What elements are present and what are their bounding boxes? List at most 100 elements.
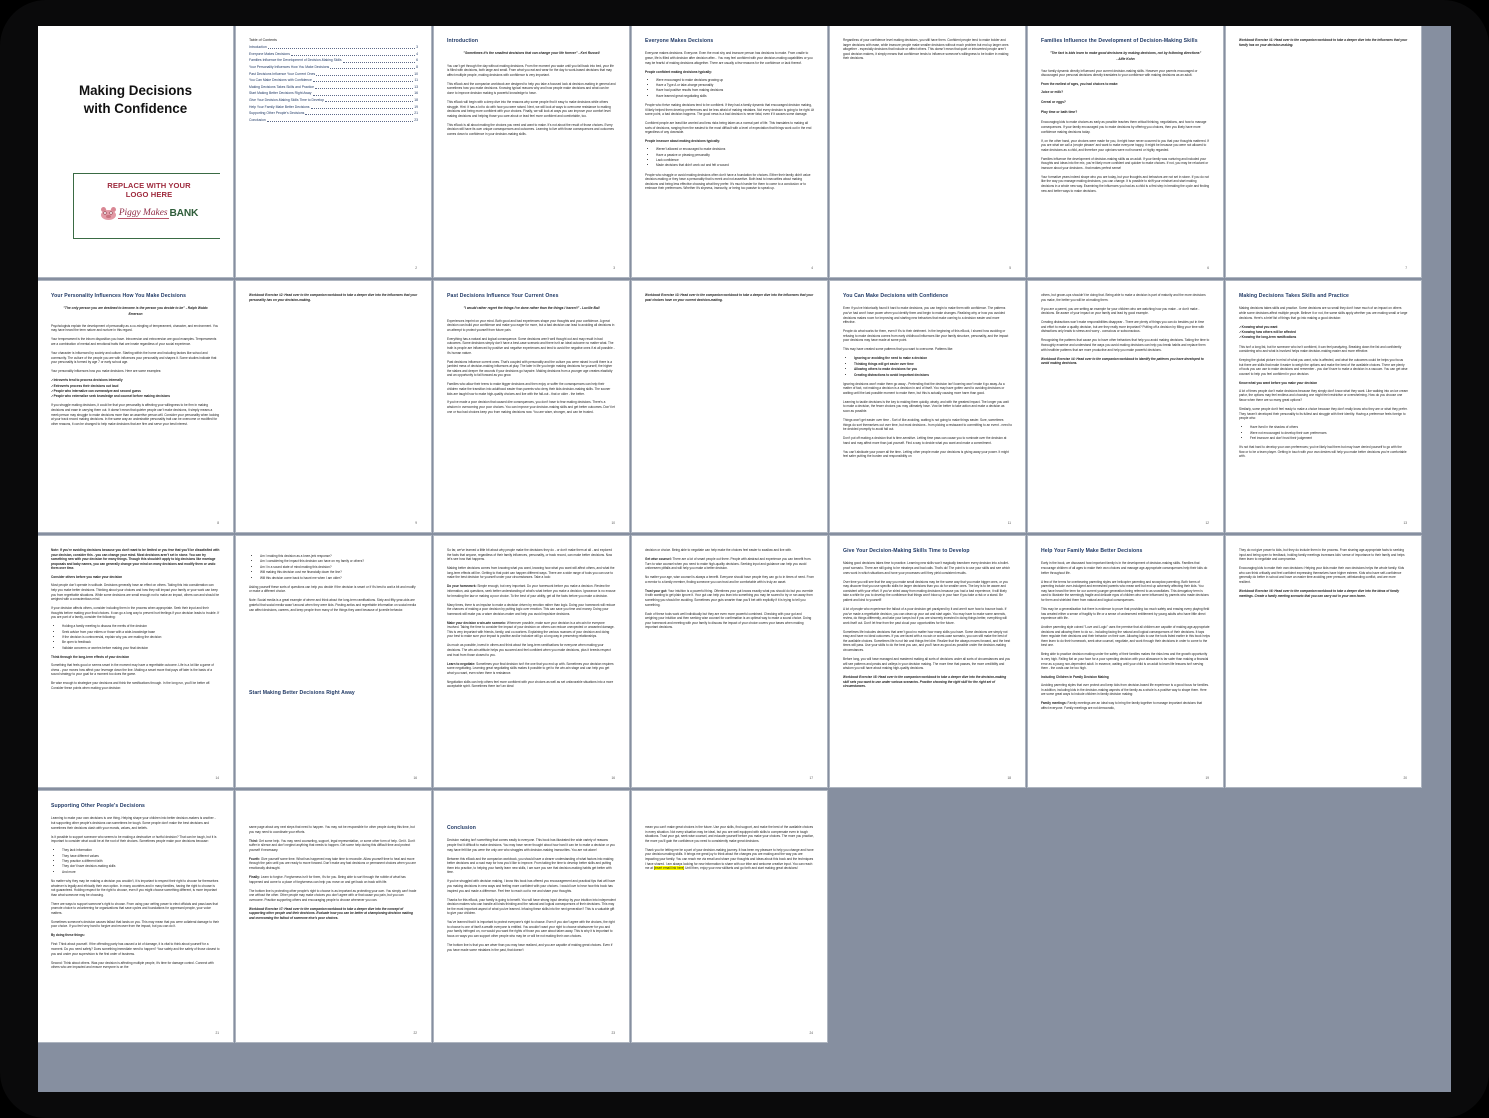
page-supporting-others-continued[interactable]: same page about any next steps that need… bbox=[236, 791, 431, 1042]
page-number: 20 bbox=[1403, 776, 1407, 780]
toc-entry[interactable]: Start Making Better Decisions Right Away… bbox=[249, 90, 418, 97]
body-paragraph: Encouraging kids to make their own decis… bbox=[1239, 566, 1405, 584]
body-paragraph: Your temperament is the inborn dispositi… bbox=[51, 337, 217, 346]
page-workbook-exercise-3[interactable]: Workbook Exercise #3: Head over to the c… bbox=[632, 281, 827, 532]
page-number: 7 bbox=[1405, 266, 1407, 270]
toc-entry[interactable]: Past Decisions Influence Your Current On… bbox=[249, 71, 418, 78]
page-introduction[interactable]: Introduction "Sometimes it's the smalles… bbox=[434, 26, 629, 277]
toc-entry-label: Start Making Better Decisions Right Away bbox=[249, 91, 312, 96]
email-link-highlight[interactable]: [insert email link here] bbox=[653, 866, 685, 871]
body-paragraph: Don't put off making a decision that is … bbox=[843, 436, 1007, 445]
body-paragraph: Psychologists explain the development of… bbox=[51, 323, 219, 333]
lead-item: Third: Get some help. You may need couns… bbox=[249, 838, 416, 852]
page-number: 19 bbox=[1205, 776, 1209, 780]
brand-bold-text: BANK bbox=[169, 207, 199, 219]
page-you-can-continued[interactable]: others, but grown-ups shouldn't be doing… bbox=[1028, 281, 1223, 532]
toc-entry[interactable]: Making Decisions Takes Skills and Practi… bbox=[249, 84, 418, 91]
logo-placeholder-box[interactable]: REPLACE WITH YOUR LOGO HERE Piggy Makes bbox=[73, 173, 220, 239]
page-everyone-makes-decisions-continued[interactable]: Regardless of your confidence level maki… bbox=[830, 26, 1025, 277]
check-item: ✓Knowing how others will be affected bbox=[1239, 329, 1296, 334]
page-start-making-continued[interactable]: decision or choice. Being able to negoti… bbox=[632, 536, 827, 787]
toc-entry-label: Families Influence the Development of De… bbox=[249, 58, 342, 63]
workbook-exercise-note: Workbook Exercise #2: Head over to the c… bbox=[249, 293, 418, 302]
page-give-skills-time[interactable]: Give Your Decision-Making Skills Time to… bbox=[830, 536, 1025, 787]
body-paragraph: Past decisions influence current ones. T… bbox=[447, 359, 613, 378]
body-paragraph: same page about any next steps that need… bbox=[249, 825, 415, 834]
page-workbook-exercise-1[interactable]: Workbook Exercise #1: Head over to the c… bbox=[1226, 26, 1421, 277]
body-paragraph: If you are a parent, you are setting an … bbox=[1041, 306, 1200, 316]
page-skills-and-practice[interactable]: Making Decisions Takes Skills and Practi… bbox=[1226, 281, 1421, 532]
page-help-family[interactable]: Help Your Family Make Better Decisions E… bbox=[1028, 536, 1223, 787]
page-personality-influences[interactable]: Your Personality Influences How You Make… bbox=[38, 281, 233, 532]
body-paragraph: It's not that hard to develop your own p… bbox=[1239, 445, 1407, 459]
body-paragraph: mean you can't make great choices in the… bbox=[645, 825, 814, 843]
body-paragraph: Is it possible to support someone who se… bbox=[51, 834, 217, 844]
page-start-making-better-decisions[interactable]: So far, we've learned a little bit about… bbox=[434, 536, 629, 787]
body-paragraph: Avoiding parenting styles that over prot… bbox=[1041, 683, 1209, 697]
body-paragraph: Regardless of your confidence level maki… bbox=[843, 38, 1009, 61]
body-paragraph: others, but grown-ups shouldn't be doing… bbox=[1041, 293, 1206, 302]
body-paragraph: Between this eBook and the companion wor… bbox=[447, 856, 614, 875]
toc-entry[interactable]: Conclusion 23 bbox=[249, 117, 418, 124]
toc-entry[interactable]: Supporting Other People's Decisions 21 bbox=[249, 110, 418, 117]
page-families-influence[interactable]: Families Influence the Development of De… bbox=[1028, 26, 1223, 277]
page-workbook-exercise-2[interactable]: Workbook Exercise #2: Head over to the c… bbox=[236, 281, 431, 532]
page-skills-continued[interactable]: Note: If you're avoiding decisions becau… bbox=[38, 536, 233, 787]
body-paragraph: This may have created some patterns that… bbox=[843, 347, 954, 352]
page-past-decisions[interactable]: Past Decisions Influence Your Current On… bbox=[434, 281, 629, 532]
toc-entry[interactable]: Your Personality Influences How You Make… bbox=[249, 64, 418, 71]
pull-quote: "The only person you are destined to bec… bbox=[63, 306, 208, 316]
page-number: 23 bbox=[611, 1031, 615, 1035]
page-conclusion[interactable]: Conclusion Decision making isn't somethi… bbox=[434, 791, 629, 1042]
toc-entry-label: Supporting Other People's Decisions bbox=[249, 111, 305, 116]
list-lead: From the earliest of ages, you had choic… bbox=[1041, 82, 1119, 87]
page-heading: Supporting Other People's Decisions bbox=[51, 803, 145, 809]
workbook-exercise-note: Workbook Exercise #3: Head over to the c… bbox=[645, 293, 814, 302]
pull-quote: "I would rather regret the things I've d… bbox=[463, 306, 600, 311]
body-paragraph: Confident people are least like worried … bbox=[645, 121, 812, 135]
toc-entry-label: Everyone Makes Decisions bbox=[249, 51, 290, 56]
page-skills-continued-2[interactable]: Am I making this decision as a knee-jerk… bbox=[236, 536, 431, 787]
page-supporting-others[interactable]: Supporting Other People's Decisions Lear… bbox=[38, 791, 233, 1042]
body-paragraph: You've learned that it is important to p… bbox=[447, 920, 615, 939]
check-item: ✓Extroverts process their decisions out … bbox=[51, 383, 119, 388]
subheading: Know what you want before you make your … bbox=[1239, 380, 1318, 385]
body-paragraph: This eBook is all about making the choic… bbox=[447, 122, 614, 136]
body-paragraph: Being able to practice decision making u… bbox=[1041, 652, 1209, 671]
toc-entry[interactable]: You Can Make Decisions with Confidence 11 bbox=[249, 77, 418, 84]
body-paragraph: Your character is influenced by society … bbox=[51, 350, 217, 365]
body-paragraph: There are ways to support someone's righ… bbox=[51, 901, 218, 915]
page-heading: Start Making Better Decisions Right Away bbox=[249, 690, 355, 697]
toc-leader-dots bbox=[266, 121, 414, 123]
page-grid: Making Decisions with Confidence REPLACE… bbox=[38, 26, 1451, 1092]
pull-quote: "The fact is kids learn to make good dec… bbox=[1049, 51, 1202, 61]
toc-entry-page: 21 bbox=[414, 111, 418, 116]
document-workspace[interactable]: Making Decisions with Confidence REPLACE… bbox=[38, 26, 1451, 1092]
toc-leader-dots bbox=[330, 68, 416, 70]
body-paragraph: Similarly, some people don't feel ready … bbox=[1239, 407, 1408, 421]
body-paragraph: You can't get through the day without ma… bbox=[447, 63, 614, 77]
body-paragraph: Your personality influences how you make… bbox=[51, 369, 162, 374]
toc-entry[interactable]: Help Your Family Make Better Decisions 19 bbox=[249, 104, 418, 111]
page-cover[interactable]: Making Decisions with Confidence REPLACE… bbox=[38, 26, 233, 277]
choice-item: Play time or bath time? bbox=[1041, 110, 1078, 115]
toc-entry[interactable]: Everyone Makes Decisions 4 bbox=[249, 51, 418, 58]
body-paragraph: Everyone makes decisions. Everyone. Even… bbox=[645, 51, 813, 65]
toc-entry[interactable]: Introduction 3 bbox=[249, 44, 418, 51]
page-number: 11 bbox=[1007, 521, 1011, 525]
toc-leader-dots bbox=[310, 107, 414, 109]
page-table-of-contents[interactable]: Table of Contents Introduction 3 Everyone … bbox=[236, 26, 431, 277]
toc-entry[interactable]: Families Influence the Development of De… bbox=[249, 57, 418, 64]
body-paragraph: Decision making isn't something that com… bbox=[447, 838, 615, 852]
page-everyone-makes-decisions[interactable]: Everyone Makes Decisions Everyone makes … bbox=[632, 26, 827, 277]
body-paragraph: People do what works for them, even if i… bbox=[843, 329, 1009, 343]
page-number: 3 bbox=[613, 266, 615, 270]
page-heading: Everyone Makes Decisions bbox=[645, 38, 714, 44]
toc-entry-label: Introduction bbox=[249, 45, 267, 50]
page-conclusion-continued[interactable]: mean you can't make great choices in the… bbox=[632, 791, 827, 1042]
toc-entry[interactable]: Give Your Decision-Making Skills Time to… bbox=[249, 97, 418, 104]
page-help-family-continued[interactable]: They do not give power to kids, but they… bbox=[1226, 536, 1421, 787]
body-paragraph: Learn to negotiate: Sometimes your final… bbox=[447, 661, 614, 675]
page-you-can-make-decisions[interactable]: You Can Make Decisions with Confidence E… bbox=[830, 281, 1025, 532]
page-heading: Help Your Family Make Better Decisions bbox=[1041, 548, 1143, 554]
